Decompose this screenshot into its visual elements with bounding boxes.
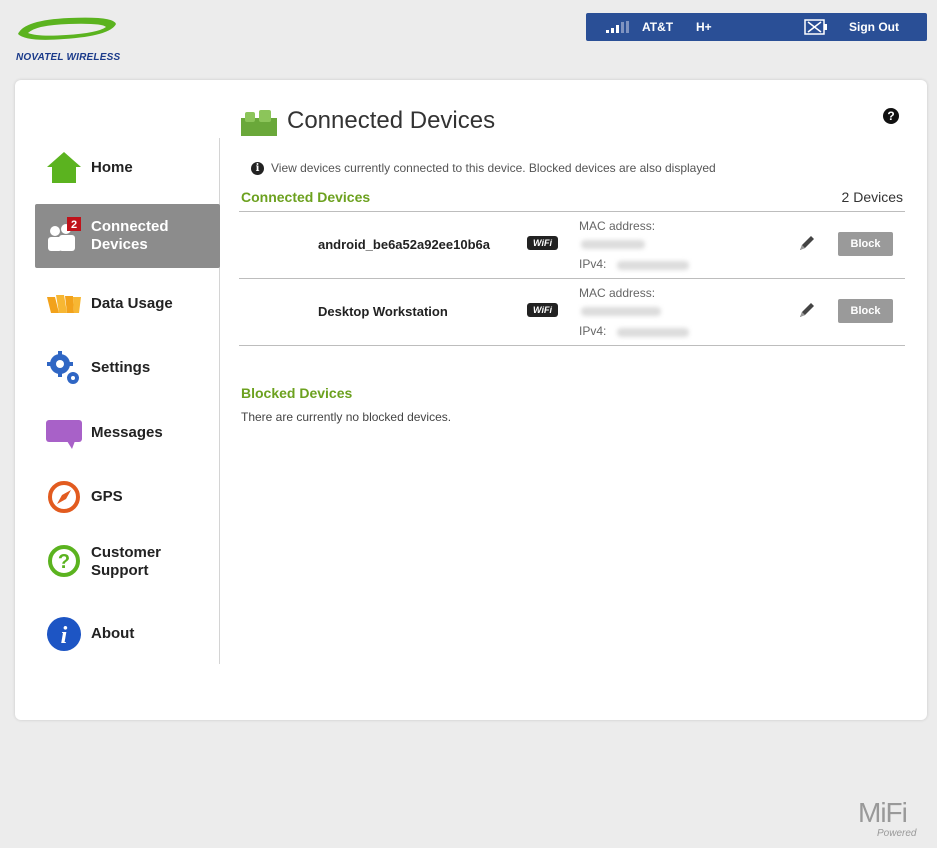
sidebar-item-label: Settings	[91, 359, 151, 376]
messages-icon	[45, 414, 83, 452]
wifi-badge-icon: WiFi	[527, 236, 558, 250]
logo-text: NOVATEL WIRELESS	[16, 52, 121, 63]
wifi-badge-icon: WiFi	[527, 303, 558, 317]
ipv4-label: IPv4:	[579, 324, 607, 338]
sidebar-item-connected-devices[interactable]: 2 Connected Devices	[35, 204, 220, 268]
sidebar-item-data-usage[interactable]: Data Usage	[35, 272, 220, 336]
mac-address-label: MAC address:	[579, 286, 656, 300]
gps-icon	[45, 478, 83, 516]
about-icon: i	[45, 615, 83, 653]
blocked-devices-heading: Blocked Devices	[241, 385, 353, 401]
device-name: android_be6a52a92ee10b6a	[318, 237, 490, 252]
main-panel: Home 2 Connected Devices Data Usage Sett…	[15, 80, 927, 720]
signal-strength-icon	[606, 21, 636, 36]
device-row: Desktop Workstation WiFi MAC address: IP…	[239, 279, 905, 345]
sidebar-item-customer-support[interactable]: ? Customer Support	[35, 530, 220, 594]
svg-text:?: ?	[58, 551, 70, 573]
customer-support-icon: ?	[45, 543, 83, 581]
ipv4-label: IPv4:	[579, 257, 607, 271]
data-usage-icon	[45, 285, 83, 323]
sidebar-item-about[interactable]: i About	[35, 602, 220, 666]
no-blocked-devices-text: There are currently no blocked devices.	[241, 410, 452, 424]
novatel-logo: NOVATEL WIRELESS	[14, 12, 144, 68]
connected-badge: 2	[71, 219, 77, 231]
sidebar-item-label: GPS	[91, 488, 123, 505]
status-bar: AT&T H+ Sign Out	[586, 13, 927, 41]
sign-out-button[interactable]: Sign Out	[849, 20, 899, 34]
home-icon	[45, 149, 83, 187]
sidebar-item-label: Connected Devices	[91, 218, 169, 253]
battery-icon	[804, 19, 830, 38]
connected-devices-title-icon	[241, 110, 277, 136]
info-line: i View devices currently connected to th…	[251, 161, 716, 175]
sidebar-item-label: Customer Support	[91, 544, 162, 579]
connected-devices-icon: 2	[45, 217, 83, 255]
info-text: View devices currently connected to this…	[271, 161, 716, 175]
mac-address-redacted	[581, 307, 661, 316]
sidebar-item-home[interactable]: Home	[35, 136, 220, 200]
device-count: 2 Devices	[841, 189, 903, 205]
sidebar-item-label: Home	[91, 159, 133, 176]
settings-icon	[45, 349, 83, 387]
device-row: android_be6a52a92ee10b6a WiFi MAC addres…	[239, 212, 905, 278]
mac-address-label: MAC address:	[579, 219, 656, 233]
edit-pencil-icon[interactable]	[797, 300, 817, 320]
svg-text:i: i	[61, 623, 68, 649]
divider	[239, 345, 905, 346]
block-button[interactable]: Block	[838, 299, 893, 323]
block-button[interactable]: Block	[838, 232, 893, 256]
ipv4-redacted	[617, 328, 689, 337]
sidebar-item-label: Messages	[91, 424, 163, 441]
device-name: Desktop Workstation	[318, 304, 448, 319]
info-icon: i	[251, 161, 264, 175]
sidebar-item-label: Data Usage	[91, 295, 173, 312]
carrier-label: AT&T	[642, 20, 674, 34]
ipv4-redacted	[617, 261, 689, 270]
connected-devices-heading: Connected Devices	[241, 189, 371, 205]
edit-pencil-icon[interactable]	[797, 233, 817, 253]
help-icon[interactable]: ?	[883, 108, 899, 124]
sidebar-item-settings[interactable]: Settings	[35, 336, 220, 400]
novatel-swoosh-icon	[18, 17, 116, 40]
sidebar-item-gps[interactable]: GPS	[35, 465, 220, 529]
mifi-logo: MiFi Powered	[858, 797, 916, 839]
sidebar-item-messages[interactable]: Messages	[35, 401, 220, 465]
mac-address-redacted	[581, 240, 645, 249]
page-title: Connected Devices	[287, 107, 496, 134]
sidebar-item-label: About	[91, 625, 135, 642]
mifi-logo-text: MiFi	[858, 797, 908, 828]
mifi-powered-text: Powered	[877, 828, 917, 839]
network-type-label: H+	[696, 20, 712, 34]
